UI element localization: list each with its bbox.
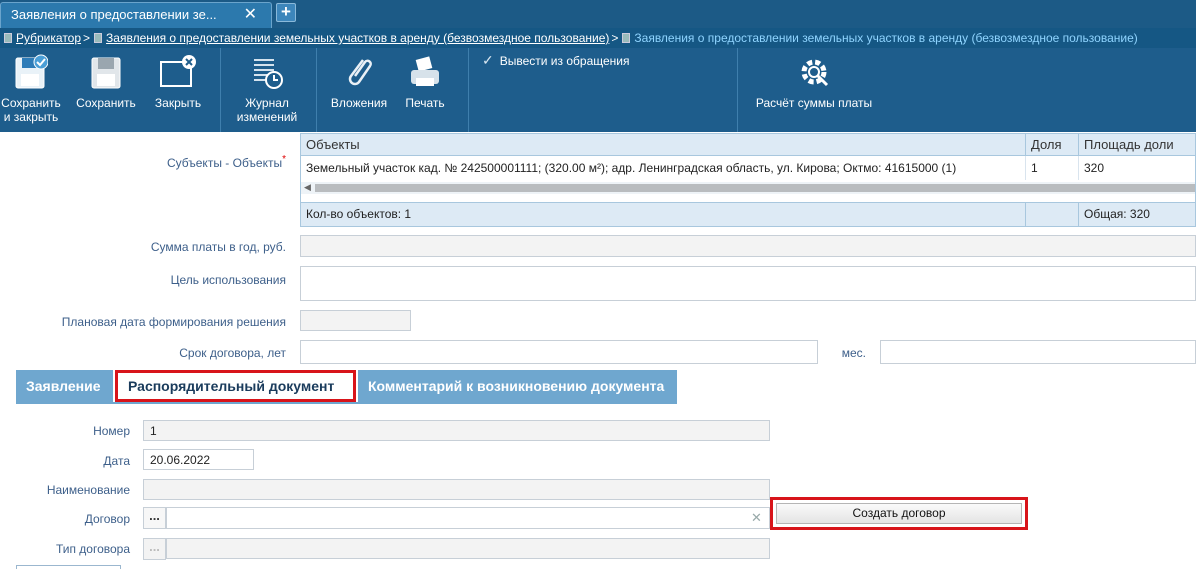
number-label: Номер [93, 424, 130, 438]
create-contract-label: Создать договор [776, 503, 1022, 524]
contract-field[interactable] [166, 507, 770, 529]
window-tab-bar: Заявления о предоставлении зе... ✕ + [0, 0, 1196, 28]
horizontal-scrollbar[interactable]: ◀ [301, 182, 1195, 194]
term-years-label: Срок договора, лет [179, 346, 286, 360]
create-contract-button[interactable]: Создать договор [770, 497, 1028, 530]
tab-comment[interactable]: Комментарий к возникновению документа [358, 370, 677, 402]
grid-footer-count: Кол-во объектов: 1 [301, 202, 1026, 226]
save-and-close-icon [15, 54, 48, 89]
payment-label: Сумма платы в год, руб. [150, 240, 286, 254]
grid-header-share[interactable]: Доля [1026, 134, 1079, 156]
check-icon: ✓ [482, 52, 494, 68]
close-button[interactable]: Закрыть [148, 48, 208, 132]
save-button[interactable]: Сохранить [74, 48, 138, 132]
grid-footer-share [1026, 202, 1079, 226]
breadcrumb-current: Заявления о предоставлении земельных уча… [634, 31, 1138, 45]
toolbar-divider [468, 48, 469, 132]
plan-date-field[interactable] [300, 310, 411, 331]
floppy-disk-icon [91, 57, 121, 89]
grid-header-area[interactable]: Площадь доли [1079, 134, 1195, 156]
grid-cell-object[interactable]: Земельный участок кад. № 242500001111; (… [301, 156, 1026, 180]
calculate-payment-button[interactable]: Расчёт суммы платы [748, 48, 880, 132]
toolbar-divider [220, 48, 221, 132]
journal-clock-icon [254, 59, 283, 89]
payment-field[interactable] [300, 235, 1196, 257]
document-icon [622, 33, 631, 43]
term-months-field[interactable] [880, 340, 1196, 364]
folder-icon [94, 33, 103, 43]
objects-grid: Объекты Доля Площадь доли Земельный учас… [300, 133, 1196, 227]
printer-icon [411, 56, 439, 86]
contract-type-label: Тип договора [55, 542, 130, 556]
date-field[interactable]: 20.06.2022 [143, 449, 254, 470]
tab-administrative-document[interactable]: Распорядительный документ [115, 370, 356, 402]
clear-contract-icon[interactable]: ✕ [751, 510, 762, 526]
contract-type-picker-button[interactable]: ... [143, 538, 166, 560]
toolbar-divider [737, 48, 738, 132]
contract-type-field[interactable] [166, 538, 770, 559]
gear-wrench-icon [801, 59, 829, 87]
scroll-left-icon[interactable]: ◀ [304, 182, 311, 193]
term-years-field[interactable] [300, 340, 818, 364]
toolbar-divider [316, 48, 317, 132]
grid-cell-share[interactable]: 1 [1026, 156, 1079, 180]
partial-button-edge [16, 565, 121, 569]
withdraw-checkbox[interactable]: ✓ Вывести из обращения [482, 52, 629, 69]
close-window-icon [160, 55, 196, 87]
grid-header-objects[interactable]: Объекты [301, 134, 1026, 156]
tab-strip-line [16, 402, 677, 404]
number-field[interactable]: 1 [143, 420, 770, 441]
paperclip-icon [348, 59, 372, 86]
change-journal-button[interactable]: Журнал изменений [230, 48, 304, 132]
new-tab-button[interactable]: + [276, 3, 296, 22]
breadcrumb: Рубрикатор > Заявления о предоставлении зе… [0, 28, 1196, 48]
plan-date-label: Плановая дата формирования решения [61, 315, 286, 329]
rubricator-icon [4, 33, 12, 43]
document-tab-title: Заявления о предоставлении зе... [11, 7, 217, 22]
attachments-button[interactable]: Вложения [326, 48, 392, 132]
breadcrumb-root[interactable]: Рубрикатор [16, 31, 81, 45]
subjects-objects-label: Субъекты - Объекты* [166, 154, 286, 170]
scrollbar-thumb[interactable] [315, 184, 1195, 192]
document-tab[interactable]: Заявления о предоставлении зе... ✕ [0, 2, 272, 28]
grid-cell-area[interactable]: 320 [1079, 156, 1195, 180]
tab-application[interactable]: Заявление [16, 370, 113, 402]
grid-footer-total: Общая: 320 [1079, 202, 1195, 226]
months-label: мес. [841, 346, 866, 360]
date-label: Дата [103, 454, 130, 468]
purpose-field[interactable] [300, 266, 1196, 301]
name-label: Наименование [46, 483, 130, 497]
close-tab-icon[interactable]: ✕ [244, 3, 257, 27]
purpose-label: Цель использования [170, 273, 286, 287]
print-button[interactable]: Печать [398, 48, 452, 132]
contract-picker-button[interactable]: ... [143, 507, 166, 529]
toolbar: Сохранить и закрыть Сохранить Закрыть Жур… [0, 48, 1196, 132]
breadcrumb-level1[interactable]: Заявления о предоставлении земельных уча… [106, 31, 609, 45]
contract-label: Договор [84, 512, 130, 526]
save-and-close-button[interactable]: Сохранить и закрыть [0, 48, 62, 132]
name-field[interactable] [143, 479, 770, 500]
